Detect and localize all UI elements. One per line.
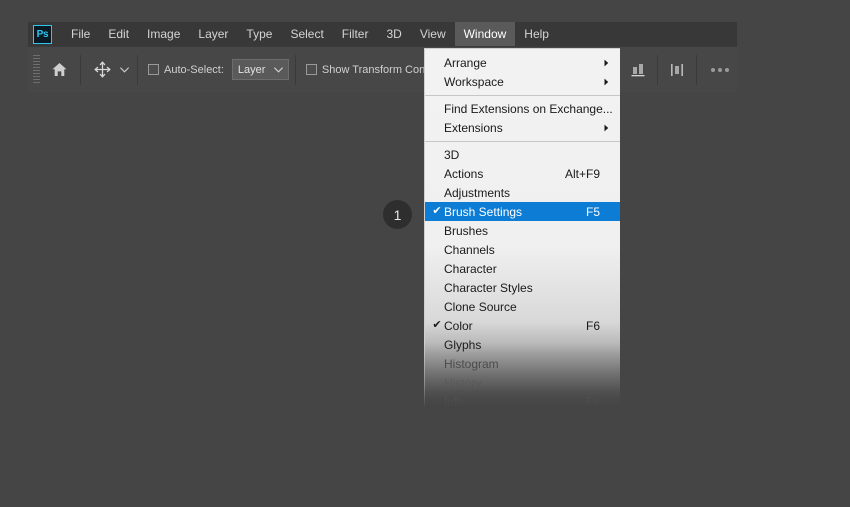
menu-separator	[425, 95, 620, 96]
checkmark-icon: ✔	[432, 319, 442, 331]
window-menu-item-label: Actions	[444, 166, 484, 181]
window-menu-item-arrange[interactable]: Arrange	[425, 53, 620, 72]
show-transform-controls-checkbox[interactable]	[305, 64, 317, 75]
options-toolbar: Auto-Select: Layer Show Transform Contro…	[28, 46, 737, 92]
toolbar-separator	[294, 54, 296, 85]
window-menu-item-label: 3D	[444, 147, 460, 162]
menu-bar-item-file[interactable]: File	[62, 22, 99, 46]
submenu-arrow-icon	[600, 59, 612, 67]
window-menu-item-adjustments[interactable]: Adjustments	[425, 183, 620, 202]
toolbar-overflow-menu-icon[interactable]	[703, 67, 737, 72]
window-menu-item-label: Find Extensions on Exchange...	[444, 101, 613, 116]
chevron-down-icon	[274, 66, 283, 73]
window-menu-item-label: Character Styles	[444, 280, 533, 295]
window-menu-item-extensions[interactable]: Extensions	[425, 118, 620, 137]
toolbar-separator	[80, 54, 81, 85]
window-menu-item-label: Glyphs	[444, 337, 482, 352]
window-menu-item-label: Color	[444, 318, 473, 333]
application-window: Ps File Edit Image Layer Type Select Filter 3D V…	[28, 22, 737, 92]
window-menu-item-label: Info	[444, 394, 465, 409]
window-menu-item-shortcut: F6	[585, 318, 600, 333]
window-menu-item-clone-source[interactable]: Clone Source	[425, 297, 620, 316]
menu-bar-item-window[interactable]: Window	[454, 22, 516, 46]
menu-separator	[425, 141, 620, 142]
window-menu-item-label: Arrange	[444, 55, 487, 70]
submenu-arrow-icon	[600, 78, 612, 86]
photoshop-logo-icon: Ps	[33, 24, 52, 44]
menu-bar-item-edit[interactable]: Edit	[99, 22, 138, 46]
window-menu-item-label: Brush Settings	[444, 204, 523, 219]
window-menu-item-shortcut: Alt+F9	[564, 166, 600, 181]
auto-select-scope-value: Layer	[237, 63, 266, 76]
window-menu-item-find-extensions-on-exchange[interactable]: Find Extensions on Exchange...	[425, 99, 620, 118]
window-menu-item-glyphs[interactable]: Glyphs	[425, 335, 620, 354]
step-badge: 1	[383, 200, 412, 229]
window-menu-item-histogram[interactable]: Histogram	[425, 354, 620, 373]
window-menu-item-brushes[interactable]: Brushes	[425, 221, 620, 240]
menu-bar-item-image[interactable]: Image	[138, 22, 189, 46]
window-menu-item-label: Brushes	[444, 223, 489, 238]
window-menu-item-label: Character	[444, 261, 497, 276]
window-menu-item-color[interactable]: ✔ Color F6	[425, 316, 620, 335]
align-cluster	[612, 54, 737, 85]
toolbar-separator	[657, 54, 658, 85]
move-tool-icon[interactable]	[87, 55, 117, 85]
distribute-horizontal-centers-icon[interactable]	[664, 57, 690, 83]
window-menu-item-label: Clone Source	[444, 299, 517, 314]
toolbar-separator	[696, 54, 697, 85]
tool-preset-chevron-down-icon[interactable]	[117, 55, 131, 85]
align-bottom-edges-icon[interactable]	[625, 57, 651, 83]
window-menu-item-label: History	[444, 375, 482, 390]
window-menu-item-label: Channels	[444, 242, 495, 257]
window-menu-item-label: Extensions	[444, 120, 503, 135]
window-menu-item-3d[interactable]: 3D	[425, 145, 620, 164]
window-menu-item-info[interactable]: Info F8	[425, 392, 620, 409]
auto-select-group: Auto-Select:	[148, 64, 224, 76]
toolbar-separator	[137, 54, 138, 85]
toolbar-drag-handle[interactable]	[32, 54, 41, 85]
window-menu-item-label: Workspace	[444, 74, 504, 89]
menu-bar-item-type[interactable]: Type	[237, 22, 281, 46]
menu-bar: Ps File Edit Image Layer Type Select Filter 3D V…	[28, 22, 737, 46]
home-icon[interactable]	[44, 55, 74, 85]
auto-select-checkbox[interactable]	[148, 64, 159, 75]
menu-bar-item-view[interactable]: View	[411, 22, 455, 46]
menu-bar-item-3d[interactable]: 3D	[377, 22, 410, 46]
window-menu-item-history[interactable]: History	[425, 373, 620, 392]
window-dropdown-menu: Arrange Workspace Find Extensions on Excha…	[424, 48, 620, 408]
auto-select-scope-dropdown[interactable]: Layer	[231, 59, 289, 80]
window-menu-item-character[interactable]: Character	[425, 259, 620, 278]
menu-bar-item-layer[interactable]: Layer	[189, 22, 237, 46]
window-menu-item-brush-settings[interactable]: ✔ Brush Settings F5	[425, 202, 620, 221]
menu-bar-item-help[interactable]: Help	[515, 22, 558, 46]
menu-bar-item-select[interactable]: Select	[281, 22, 332, 46]
window-menu-item-character-styles[interactable]: Character Styles	[425, 278, 620, 297]
photoshop-screen: Ps File Edit Image Layer Type Select Filter 3D V…	[0, 0, 850, 507]
auto-select-label: Auto-Select:	[164, 63, 224, 76]
submenu-arrow-icon	[600, 124, 612, 132]
window-menu-item-label: Histogram	[444, 356, 499, 371]
menu-bar-items: File Edit Image Layer Type Select Filter 3D View…	[62, 22, 558, 46]
window-menu-item-label: Adjustments	[444, 185, 511, 200]
checkmark-icon: ✔	[432, 205, 442, 217]
window-menu-item-actions[interactable]: Actions Alt+F9	[425, 164, 620, 183]
menu-bar-item-filter[interactable]: Filter	[333, 22, 378, 46]
window-menu-item-shortcut: F8	[585, 394, 600, 409]
window-menu-item-channels[interactable]: Channels	[425, 240, 620, 259]
window-menu-items: Arrange Workspace Find Extensions on Excha…	[425, 49, 620, 408]
window-menu-item-shortcut: F5	[585, 204, 600, 219]
window-menu-item-workspace[interactable]: Workspace	[425, 72, 620, 91]
